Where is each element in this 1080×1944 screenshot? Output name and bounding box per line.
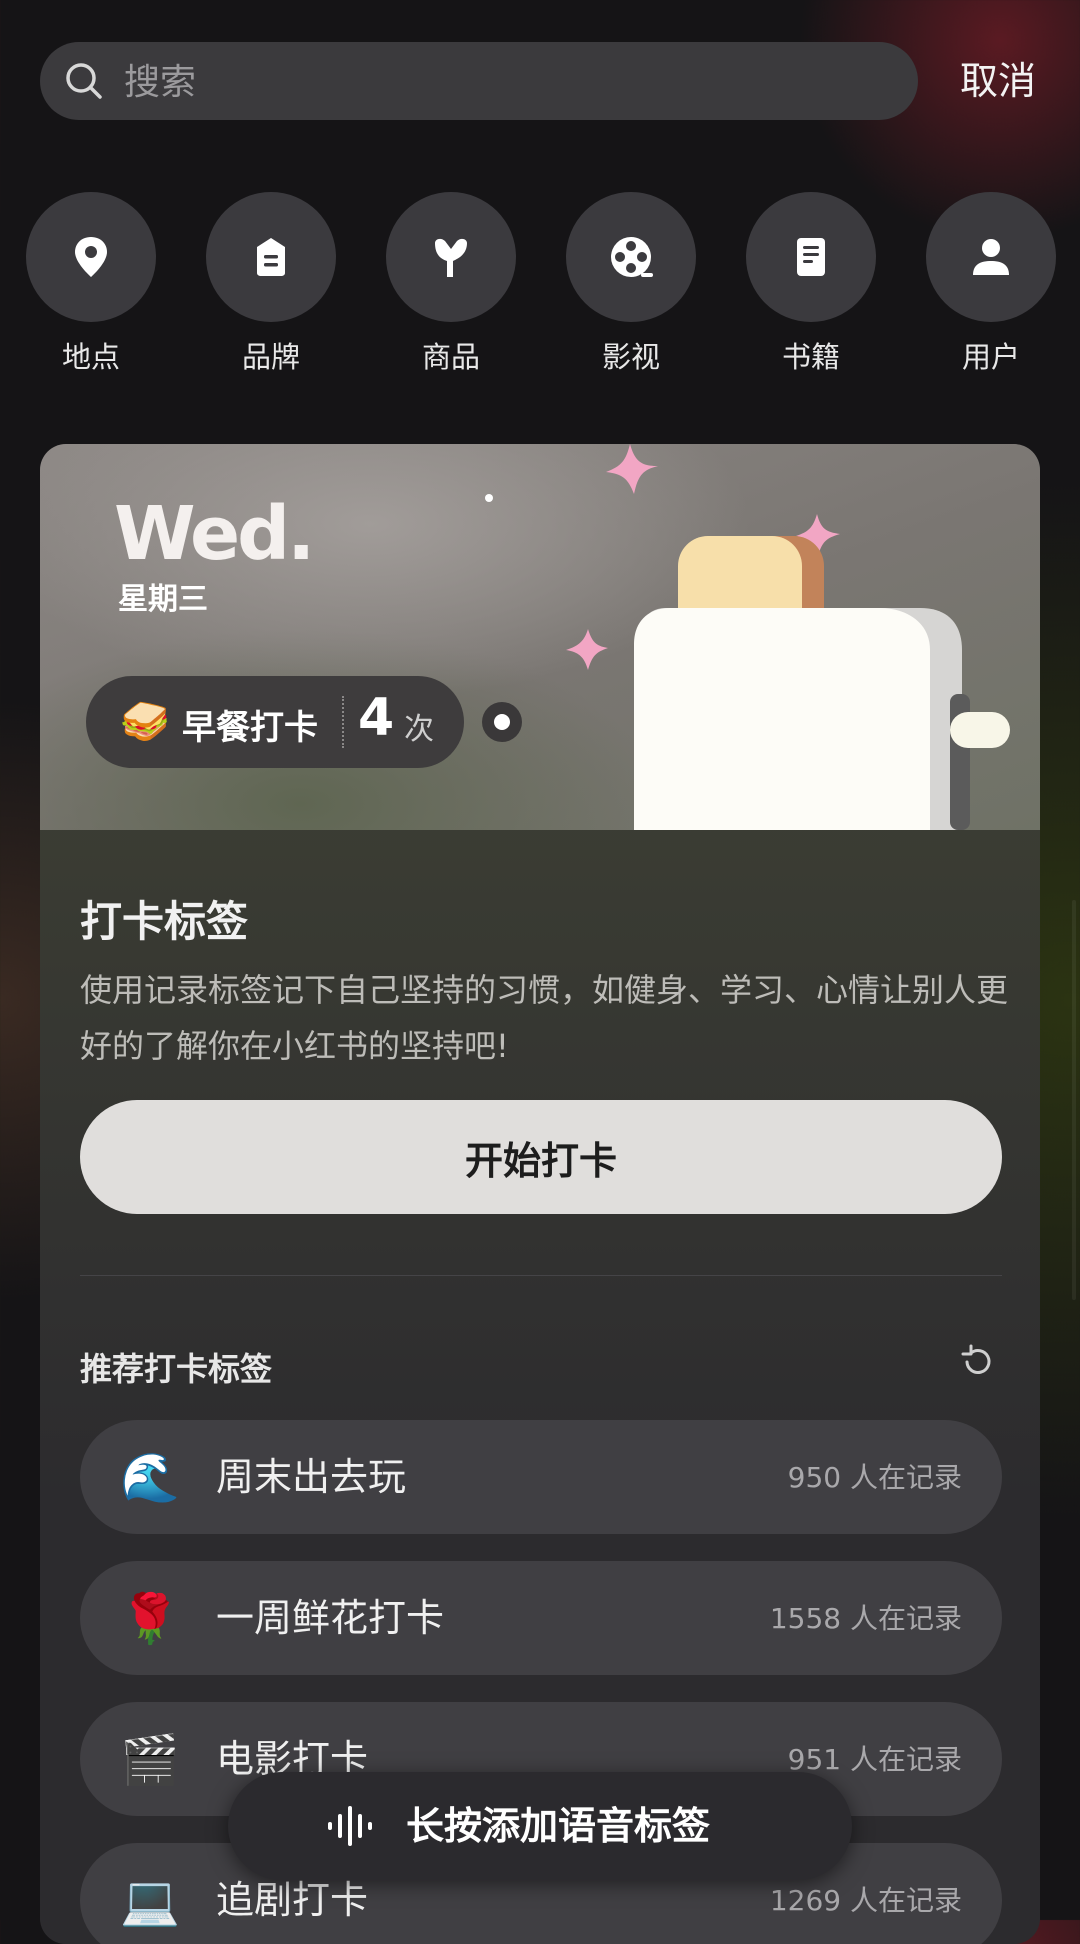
voice-tag-label: 长按添加语音标签 [406, 1804, 711, 1848]
category-label: 商品 [421, 340, 480, 374]
tag-count: 950 人在记录 [787, 1461, 962, 1494]
page-indicator-dot [482, 702, 522, 742]
category-label: 书籍 [781, 340, 840, 374]
tag-count: 1558 人在记录 [769, 1602, 962, 1635]
laptop-icon: 💻 [120, 1873, 180, 1929]
category-location[interactable]: 地点 [26, 192, 156, 376]
card-description: 使用记录标签记下自己坚持的习惯，如健身、学习、心情让别人更好的了解你在小红书的坚… [80, 971, 1009, 1065]
scrollbar[interactable] [1072, 900, 1076, 1300]
tag-name: 一周鲜花打卡 [216, 1596, 445, 1640]
category-user[interactable]: 用户 [926, 192, 1056, 376]
product-icon [435, 238, 467, 277]
checkin-pill[interactable]: 🥪 早餐打卡 4 次 [86, 676, 464, 768]
day-en: Wed. [114, 491, 315, 577]
search-icon [66, 63, 102, 99]
card-title: 打卡标签 [80, 897, 249, 946]
wave-icon: 🌊 [120, 1450, 180, 1506]
checkin-card: Wed. 星期三 🥪 早餐打卡 4 次 打卡标签 使用记录标签记下自己坚持的习惯… [40, 444, 1040, 1944]
checkin-unit: 次 [404, 712, 434, 747]
search-bar[interactable] [40, 42, 918, 122]
tag-name: 周末出去玩 [216, 1455, 407, 1499]
brand-bag-icon [257, 238, 285, 276]
sound-wave-icon [328, 1806, 372, 1846]
toaster-illustration [566, 444, 1010, 830]
tag-item[interactable]: 🌊 周末出去玩 950 人在记录 [80, 1420, 1002, 1534]
divider [80, 1275, 1002, 1276]
tag-count: 1269 人在记录 [769, 1884, 962, 1917]
category-row: 地点 品牌 商品 影视 书籍 用户 [0, 192, 1080, 382]
category-brand[interactable]: 品牌 [206, 192, 336, 376]
start-checkin-button[interactable]: 开始打卡 [80, 1100, 1002, 1214]
checkin-name: 早餐打卡 [182, 708, 318, 748]
location-pin-icon [75, 237, 107, 277]
refresh-icon[interactable] [958, 1342, 998, 1382]
sandwich-icon: 🥪 [120, 699, 170, 745]
film-reel-icon [611, 237, 653, 277]
search-input[interactable] [122, 42, 886, 122]
category-label: 地点 [61, 340, 120, 374]
tag-item[interactable]: 🌹 一周鲜花打卡 1558 人在记录 [80, 1561, 1002, 1675]
tag-name: 追剧打卡 [216, 1878, 369, 1922]
category-label: 影视 [601, 340, 660, 374]
cancel-button[interactable]: 取消 [960, 55, 1036, 107]
checkin-count: 4 [358, 688, 395, 748]
rose-icon: 🌹 [120, 1591, 180, 1647]
user-icon [973, 239, 1009, 275]
sparkle-dot [485, 494, 493, 502]
clapperboard-icon: 🎬 [120, 1732, 180, 1788]
category-product[interactable]: 商品 [386, 192, 516, 376]
checkin-banner: Wed. 星期三 🥪 早餐打卡 4 次 [40, 444, 1040, 830]
book-icon [797, 238, 825, 276]
pill-divider [342, 696, 344, 748]
voice-tag-button[interactable]: 长按添加语音标签 [228, 1772, 852, 1880]
recommended-title: 推荐打卡标签 [80, 1350, 273, 1388]
category-film[interactable]: 影视 [566, 192, 696, 376]
day-cn: 星期三 [118, 582, 208, 617]
category-label: 品牌 [241, 340, 300, 374]
category-book[interactable]: 书籍 [746, 192, 876, 376]
category-label: 用户 [961, 340, 1020, 374]
